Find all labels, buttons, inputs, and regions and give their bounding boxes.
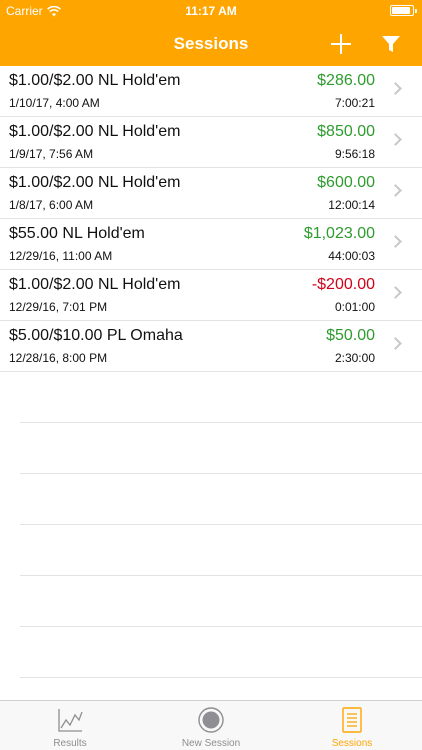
chevron-right-icon <box>389 133 402 146</box>
session-profit: $1,023.00 <box>303 225 375 242</box>
session-row[interactable]: $5.00/$10.00 PL Omaha $50.00 12/28/16, 8:0… <box>0 321 422 372</box>
tab-sessions-label: Sessions <box>331 738 373 749</box>
tab-bar: Results New Session Sessions <box>0 700 422 750</box>
session-row[interactable]: $1.00/$2.00 NL Hold'em $850.00 1/9/17, 7:5… <box>0 117 422 168</box>
session-duration: 12:00:14 <box>328 198 375 212</box>
session-game: $1.00/$2.00 NL Hold'em <box>9 123 181 140</box>
session-date: 1/10/17, 4:00 AM <box>9 96 100 110</box>
session-row[interactable]: $55.00 NL Hold'em $1,023.00 12/29/16, 11:0… <box>0 219 422 270</box>
status-bar: Carrier 11:17 AM <box>0 0 422 22</box>
empty-list-area <box>20 372 422 678</box>
page-title: Sessions <box>173 34 249 53</box>
session-duration: 7:00:21 <box>334 96 375 110</box>
session-profit: $50.00 <box>326 327 375 344</box>
session-date: 12/29/16, 7:01 PM <box>9 300 108 314</box>
chevron-right-icon <box>389 82 402 95</box>
session-date: 1/9/17, 7:56 AM <box>9 147 94 161</box>
session-profit: $600.00 <box>317 174 375 191</box>
chevron-right-icon <box>389 235 402 248</box>
tab-new-session-label: New Session <box>181 738 241 749</box>
battery-icon <box>390 5 417 16</box>
status-time: 11:17 AM <box>185 4 237 18</box>
chevron-right-icon <box>389 286 402 299</box>
session-game: $1.00/$2.00 NL Hold'em <box>9 276 181 293</box>
session-row[interactable]: $1.00/$2.00 NL Hold'em $286.00 1/10/17, 4:… <box>0 66 422 117</box>
session-game: $5.00/$10.00 PL Omaha <box>9 327 183 344</box>
session-game: $1.00/$2.00 NL Hold'em <box>9 174 181 191</box>
list-document-icon <box>342 707 362 733</box>
battery-level <box>392 7 410 14</box>
session-profit: -$200.00 <box>311 276 375 293</box>
nav-bar: Sessions <box>0 22 422 66</box>
session-duration: 44:00:03 <box>328 249 375 263</box>
tab-results-label: Results <box>53 738 87 749</box>
session-profit: $850.00 <box>317 123 375 140</box>
empty-row-separator <box>20 576 422 627</box>
session-game: $1.00/$2.00 NL Hold'em <box>9 72 181 89</box>
session-duration: 0:01:00 <box>334 300 375 314</box>
tab-sessions[interactable]: Sessions <box>282 701 422 750</box>
empty-row-separator <box>20 627 422 678</box>
plus-icon[interactable] <box>327 30 355 58</box>
session-date: 12/28/16, 8:00 PM <box>9 351 108 365</box>
session-date: 1/8/17, 6:00 AM <box>9 198 94 212</box>
session-row[interactable]: $1.00/$2.00 NL Hold'em $600.00 1/8/17, 6:0… <box>0 168 422 219</box>
empty-row-separator <box>20 423 422 474</box>
session-game: $55.00 NL Hold'em <box>9 225 145 242</box>
empty-row-separator <box>20 372 422 423</box>
session-row[interactable]: $1.00/$2.00 NL Hold'em -$200.00 12/29/16, … <box>0 270 422 321</box>
session-duration: 9:56:18 <box>334 147 375 161</box>
record-icon <box>198 707 224 733</box>
empty-row-separator <box>20 474 422 525</box>
session-list: $1.00/$2.00 NL Hold'em $286.00 1/10/17, 4:… <box>0 66 422 372</box>
session-date: 12/29/16, 11:00 AM <box>9 249 113 263</box>
chevron-right-icon <box>389 184 402 197</box>
session-profit: $286.00 <box>317 72 375 89</box>
tab-new-session[interactable]: New Session <box>141 701 281 750</box>
session-duration: 2:30:00 <box>334 351 375 365</box>
line-chart-icon <box>58 709 83 732</box>
chevron-right-icon <box>389 337 402 350</box>
tab-results[interactable]: Results <box>0 701 140 750</box>
filter-icon[interactable] <box>380 32 402 56</box>
empty-row-separator <box>20 525 422 576</box>
